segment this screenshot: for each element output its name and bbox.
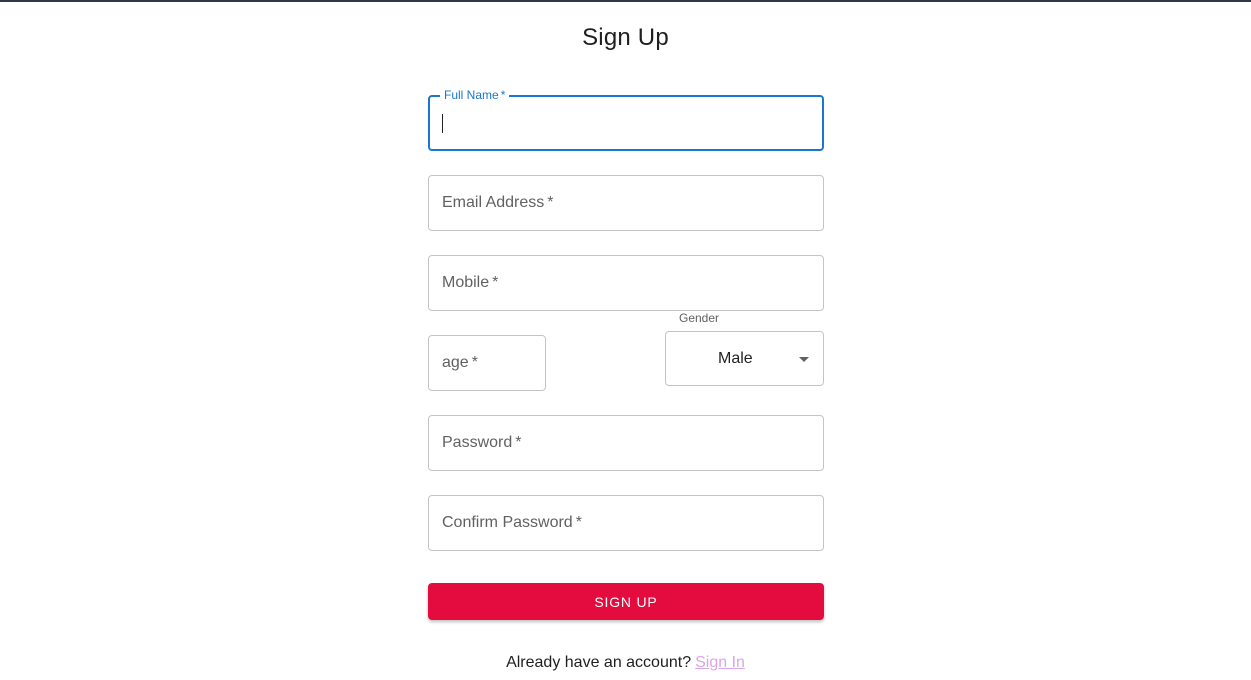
password-label: Password * [442, 434, 522, 451]
page-title: Sign Up [582, 24, 669, 51]
gender-label: Gender [679, 311, 720, 325]
full-name-field[interactable]: Full Name * [428, 88, 824, 151]
password-field[interactable]: Password * [428, 415, 824, 471]
signup-button[interactable]: SIGN UP [428, 583, 824, 620]
signin-link[interactable]: Sign In [695, 654, 745, 671]
mobile-label: Mobile * [442, 274, 499, 291]
gender-selected-value: Male [718, 349, 753, 367]
signin-prompt: Already have an account? Sign In [0, 654, 1251, 672]
chevron-down-icon [799, 357, 809, 362]
full-name-label: Full Name * [440, 88, 510, 102]
signin-prompt-text: Already have an account? [506, 654, 692, 671]
mobile-field[interactable]: Mobile * [428, 255, 824, 311]
confirm-password-field[interactable]: Confirm Password * [428, 495, 824, 551]
email-label: Email Address * [442, 194, 554, 211]
confirm-password-label: Confirm Password * [442, 514, 582, 531]
age-label: age * [442, 354, 478, 371]
top-border [0, 0, 1251, 2]
gender-select[interactable]: Male [665, 331, 824, 386]
email-field[interactable]: Email Address * [428, 175, 824, 231]
age-field[interactable]: age * [428, 335, 546, 391]
text-caret [442, 114, 443, 133]
